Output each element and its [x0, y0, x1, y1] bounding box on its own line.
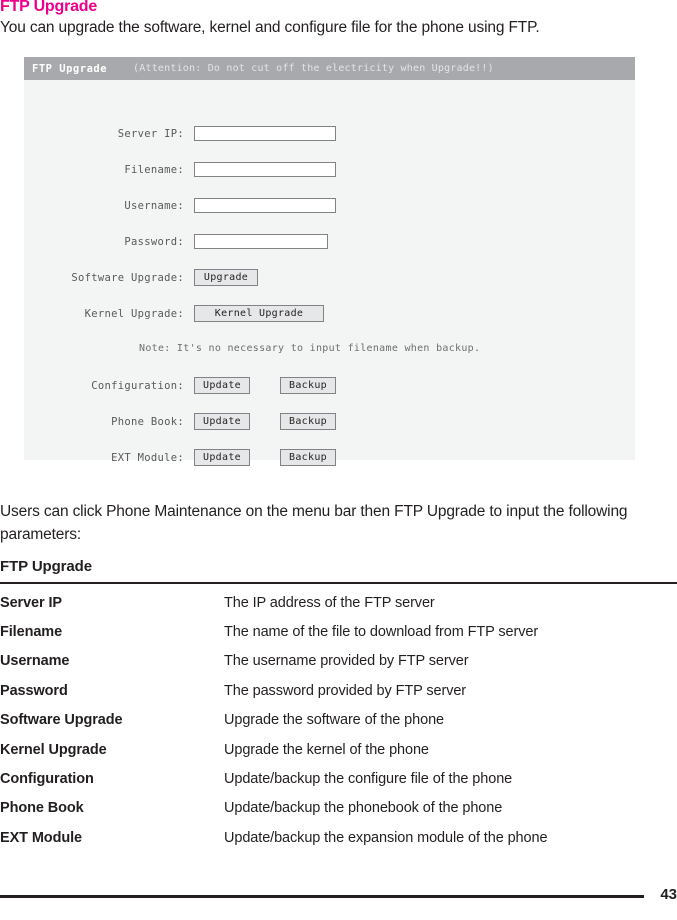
form-row-configuration: Configuration: Update Backup	[24, 377, 336, 394]
ext-module-backup-button[interactable]: Backup	[280, 449, 336, 466]
panel-header: FTP Upgrade (Attention: Do not cut off t…	[24, 57, 635, 80]
label-ext-module: EXT Module:	[111, 451, 184, 464]
table-row: Configuration Update/backup the configur…	[0, 764, 677, 793]
description: The IP address of the FTP server	[224, 594, 435, 611]
term: Filename	[0, 624, 63, 641]
label-phone-book: Phone Book:	[111, 415, 184, 428]
label-software-upgrade: Software Upgrade:	[71, 271, 184, 284]
table-row: Username The username provided by FTP se…	[0, 647, 677, 676]
software-upgrade-button[interactable]: Upgrade	[194, 269, 258, 286]
label-filename: Filename:	[124, 163, 184, 176]
description: Update/backup the configure file of the …	[224, 771, 513, 788]
label-username: Username:	[124, 199, 184, 212]
description: Update/backup the phonebook of the phone	[224, 800, 503, 817]
kernel-upgrade-button[interactable]: Kernel Upgrade	[194, 305, 324, 322]
form-row-filename: Filename:	[24, 162, 336, 177]
ftp-upgrade-screenshot-panel: FTP Upgrade (Attention: Do not cut off t…	[24, 57, 635, 466]
term: Configuration	[0, 771, 94, 788]
label-password: Password:	[124, 235, 184, 248]
form-row-username: Username:	[24, 198, 336, 213]
footer-divider	[0, 895, 644, 898]
table-row: Phone Book Update/backup the phonebook o…	[0, 794, 677, 823]
panel-header-attention: (Attention: Do not cut off the electrici…	[133, 63, 494, 74]
term: Phone Book	[0, 800, 84, 817]
form-row-kernel-upgrade: Kernel Upgrade: Kernel Upgrade	[24, 305, 324, 322]
table-row: Kernel Upgrade Upgrade the kernel of the…	[0, 735, 677, 764]
label-configuration: Configuration:	[91, 379, 184, 392]
page-title: FTP Upgrade	[0, 0, 98, 15]
phone-book-update-button[interactable]: Update	[194, 413, 250, 430]
intro-paragraph: You can upgrade the software, kernel and…	[0, 19, 540, 36]
description: The username provided by FTP server	[224, 653, 469, 670]
username-input[interactable]	[194, 198, 336, 213]
description: The password provided by FTP server	[224, 682, 467, 699]
section-subtitle: FTP Upgrade	[0, 558, 92, 575]
configuration-update-button[interactable]: Update	[194, 377, 250, 394]
table-row: Password The password provided by FTP se…	[0, 676, 677, 705]
panel-header-title: FTP Upgrade	[32, 62, 108, 75]
table-row: Software Upgrade Upgrade the software of…	[0, 706, 677, 735]
term: EXT Module	[0, 829, 82, 846]
label-kernel-upgrade: Kernel Upgrade:	[84, 307, 184, 320]
phone-book-backup-button[interactable]: Backup	[280, 413, 336, 430]
backup-note: Note: It's no necessary to input filenam…	[139, 343, 481, 354]
description: Upgrade the software of the phone	[224, 712, 444, 729]
password-input[interactable]	[194, 234, 328, 249]
ext-module-update-button[interactable]: Update	[194, 449, 250, 466]
form-row-ext-module: EXT Module: Update Backup	[24, 449, 336, 466]
filename-input[interactable]	[194, 162, 336, 177]
configuration-backup-button[interactable]: Backup	[280, 377, 336, 394]
term: Kernel Upgrade	[0, 741, 107, 758]
description: Update/backup the expansion module of th…	[224, 829, 548, 846]
description: The name of the file to download from FT…	[224, 624, 539, 641]
form-row-software-upgrade: Software Upgrade: Upgrade	[24, 269, 258, 286]
body-paragraph: Users can click Phone Maintenance on the…	[0, 503, 628, 543]
table-row: EXT Module Update/backup the expansion m…	[0, 823, 677, 852]
term: Username	[0, 653, 70, 670]
table-row: Filename The name of the file to downloa…	[0, 617, 677, 646]
term: Software Upgrade	[0, 712, 123, 729]
server-ip-input[interactable]	[194, 126, 336, 141]
form-row-server-ip: Server IP:	[24, 126, 336, 141]
description: Upgrade the kernel of the phone	[224, 741, 429, 758]
table-row: Server IP The IP address of the FTP serv…	[0, 588, 677, 617]
parameter-definition-table: Server IP The IP address of the FTP serv…	[0, 588, 677, 853]
term: Password	[0, 682, 68, 699]
form-row-phone-book: Phone Book: Update Backup	[24, 413, 336, 430]
panel-body: Server IP: Filename: Username: Password:…	[24, 80, 635, 466]
section-divider	[0, 582, 677, 584]
page-number: 43	[660, 886, 677, 903]
label-server-ip: Server IP:	[117, 127, 184, 140]
term: Server IP	[0, 594, 62, 611]
form-row-password: Password:	[24, 234, 328, 249]
